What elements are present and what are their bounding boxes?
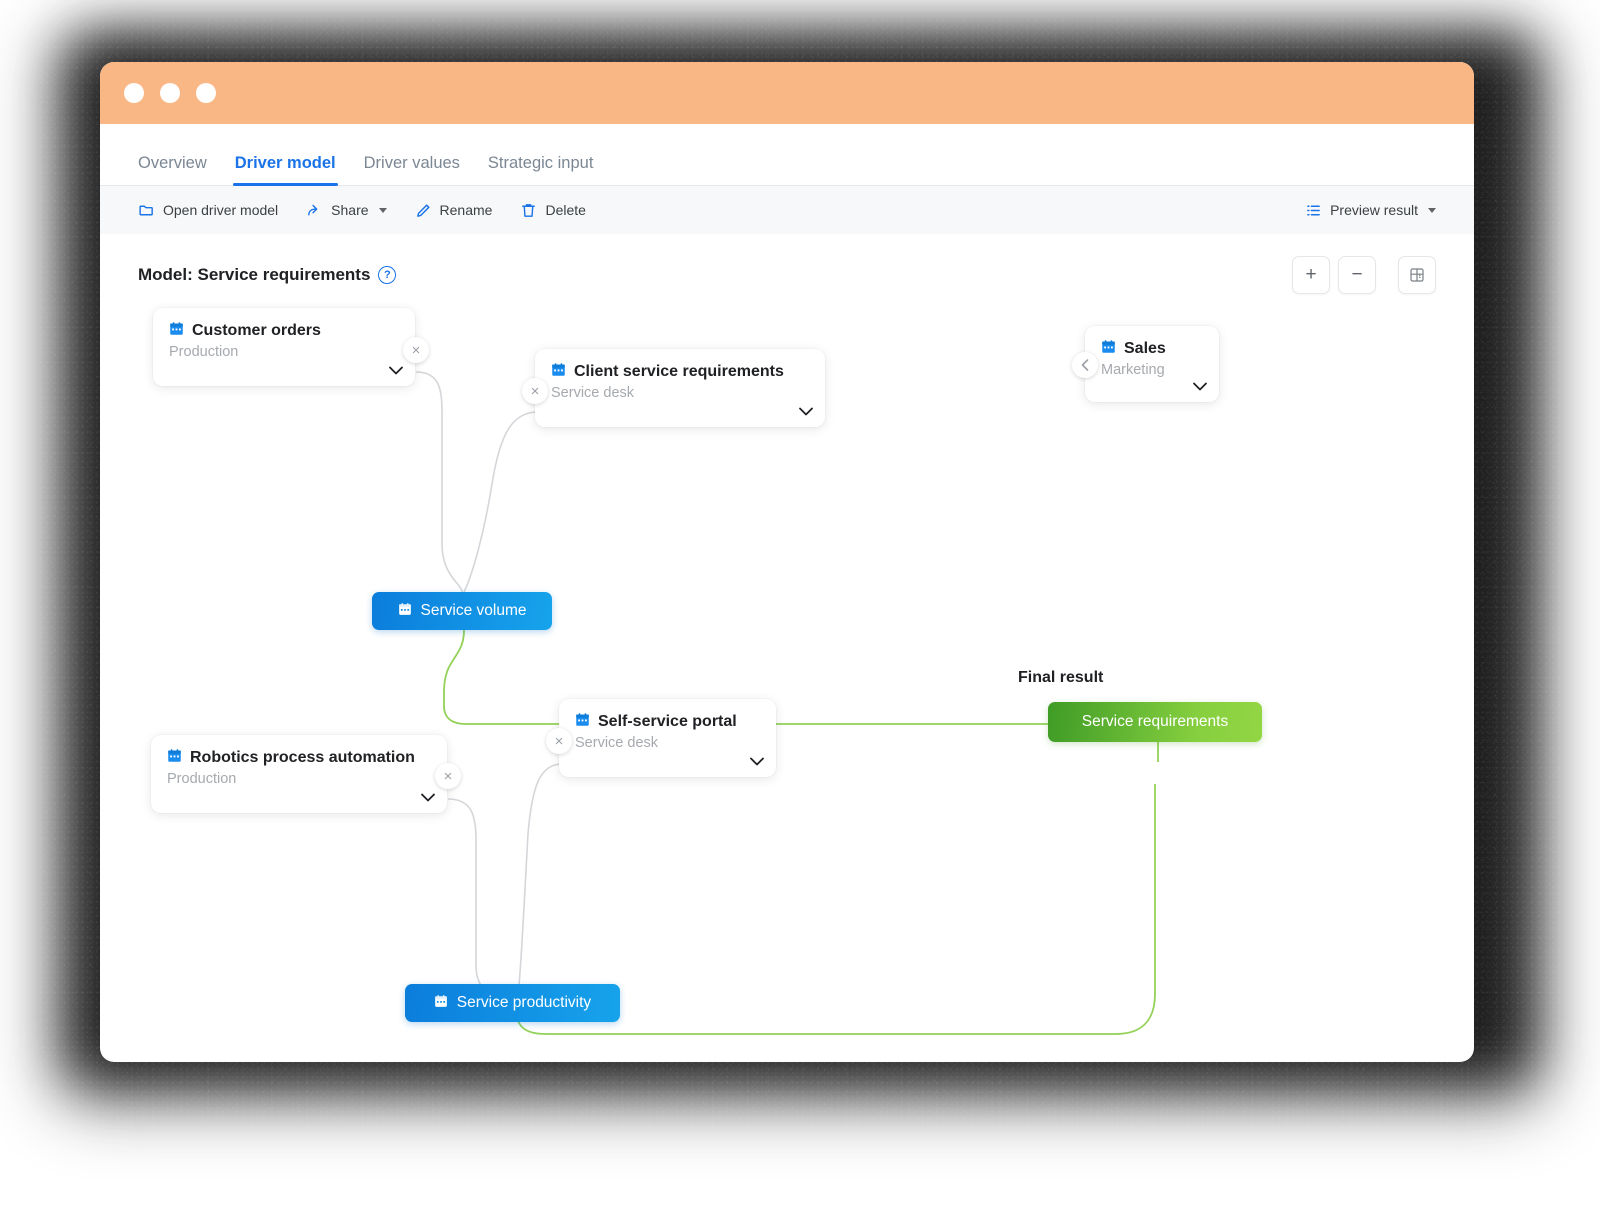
chevron-down-icon[interactable] [389, 362, 403, 375]
tab-driver-values[interactable]: Driver values [350, 154, 474, 185]
rename-button[interactable]: Rename [415, 202, 493, 219]
model-header: Model: Service requirements ? + − [100, 234, 1474, 294]
node-title-label: Robotics process automation [190, 749, 415, 766]
calendar-icon [169, 321, 184, 341]
trash-icon [520, 202, 537, 219]
remove-node-self-service-portal[interactable]: × [546, 728, 572, 754]
zoom-in-button[interactable]: + [1292, 256, 1330, 294]
pill-label: Service requirements [1081, 713, 1229, 730]
rename-label: Rename [439, 202, 493, 218]
share-label: Share [331, 202, 369, 218]
share-button[interactable]: Share [306, 202, 387, 219]
chevron-down-icon[interactable] [799, 403, 813, 416]
node-title: Robotics process automation [167, 748, 431, 768]
pill-label: Service productivity [456, 994, 592, 1011]
minimize-dot[interactable] [160, 83, 180, 103]
folder-icon [138, 202, 155, 219]
pencil-icon [415, 202, 432, 219]
fit-to-screen-button[interactable] [1398, 256, 1436, 294]
node-title-label: Customer orders [192, 322, 321, 339]
pill-label: Service volume [420, 602, 527, 619]
window-titlebar [100, 62, 1474, 124]
zoom-out-button[interactable]: − [1338, 256, 1376, 294]
chevron-down-icon[interactable] [750, 753, 764, 766]
node-robotics-process-automation[interactable]: Robotics process automation Production [151, 735, 447, 813]
node-self-service-portal[interactable]: Self-service portal Service desk [559, 699, 776, 777]
node-sales[interactable]: Sales Marketing [1085, 326, 1219, 402]
delete-label: Delete [545, 202, 586, 218]
node-client-service-requirements[interactable]: Client service requirements Service desk [535, 349, 825, 427]
node-subtitle: Service desk [551, 385, 635, 401]
pill-service-requirements[interactable]: Service requirements [1048, 702, 1262, 742]
close-dot[interactable] [124, 83, 144, 103]
tab-strategic-input[interactable]: Strategic input [474, 154, 607, 185]
final-result-label: Final result [1018, 669, 1104, 686]
calendar-icon [575, 712, 590, 732]
delete-button[interactable]: Delete [520, 202, 586, 219]
pill-service-productivity[interactable]: Service productivity [405, 984, 620, 1022]
calendar-icon [434, 994, 448, 1013]
help-icon[interactable]: ? [378, 266, 397, 284]
driver-model-canvas[interactable]: Customer orders Production × Client serv… [100, 294, 1474, 1054]
calendar-icon [398, 602, 412, 621]
remove-node-customer-orders[interactable]: × [403, 337, 429, 363]
calendar-icon [1101, 339, 1116, 359]
tab-overview[interactable]: Overview [138, 154, 221, 185]
action-toolbar: Open driver model Share Rename Delete Pr… [100, 186, 1474, 234]
chevron-down-icon[interactable] [1193, 378, 1207, 391]
share-icon [306, 202, 323, 219]
node-title: Self-service portal [575, 712, 760, 732]
pill-service-volume[interactable]: Service volume [372, 592, 552, 630]
collapse-node-sales[interactable] [1072, 352, 1098, 378]
node-subtitle: Marketing [1101, 362, 1165, 378]
node-title: Sales [1101, 339, 1203, 359]
node-title-label: Client service requirements [574, 363, 784, 380]
calendar-icon [551, 362, 566, 382]
calendar-icon [167, 748, 182, 768]
node-title-label: Sales [1124, 340, 1166, 357]
list-icon [1305, 202, 1322, 219]
node-subtitle: Production [167, 771, 237, 787]
node-subtitle: Production [169, 344, 239, 360]
tab-driver-model[interactable]: Driver model [221, 154, 350, 186]
preview-result-label: Preview result [1330, 202, 1418, 218]
preview-result-button[interactable]: Preview result [1305, 202, 1436, 219]
remove-node-robotics-process-automation[interactable]: × [435, 763, 461, 789]
chevron-down-icon [1428, 207, 1436, 213]
node-title: Client service requirements [551, 362, 809, 382]
node-title-label: Self-service portal [598, 713, 737, 730]
tab-bar: Overview Driver model Driver values Stra… [100, 124, 1474, 186]
node-title: Customer orders [169, 321, 399, 341]
browser-window: Overview Driver model Driver values Stra… [100, 62, 1474, 1062]
node-customer-orders[interactable]: Customer orders Production [153, 308, 415, 386]
zoom-controls: + − [1292, 256, 1436, 294]
node-subtitle: Service desk [575, 735, 659, 751]
chevron-down-icon[interactable] [421, 789, 435, 802]
chevron-down-icon [378, 207, 387, 213]
remove-node-client-service-requirements[interactable]: × [522, 378, 548, 404]
model-title-text: Model: Service requirements [138, 265, 371, 284]
open-driver-model-button[interactable]: Open driver model [138, 202, 278, 219]
page-title: Model: Service requirements ? [138, 265, 397, 285]
maximize-dot[interactable] [196, 83, 216, 103]
open-driver-model-label: Open driver model [163, 202, 279, 218]
